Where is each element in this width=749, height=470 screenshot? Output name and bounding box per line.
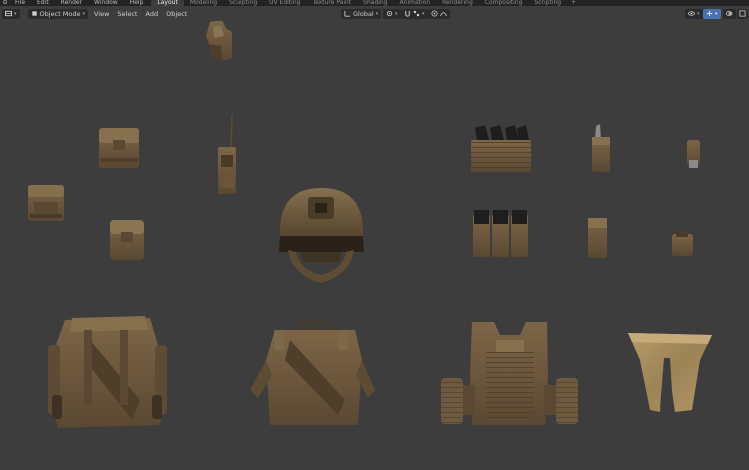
gizmo-toggle[interactable]: ▾: [703, 8, 721, 19]
backpack-assault-model[interactable]: [250, 321, 375, 425]
menu-select[interactable]: Select: [113, 9, 141, 19]
menu-view[interactable]: View: [90, 9, 113, 19]
utility-pouch-model[interactable]: [99, 128, 139, 168]
falloff-icon: [440, 12, 447, 17]
proportional-editing-toggle[interactable]: [428, 8, 450, 19]
visibility-icon: [688, 11, 695, 16]
menu-add[interactable]: Add: [141, 9, 162, 19]
chevron-down-icon: ▾: [395, 10, 398, 17]
pivot-icon: [386, 10, 393, 17]
editor-type-button[interactable]: ▾: [2, 8, 20, 19]
object-mode-dropdown[interactable]: Object Mode ▾: [27, 8, 88, 19]
radio-model[interactable]: [218, 114, 236, 194]
grenade-pouch-model[interactable]: [110, 220, 144, 260]
snap-icon: [405, 10, 410, 17]
snap-target-icon: [413, 10, 420, 17]
overlay-icon: [726, 11, 733, 16]
pivot-point-dropdown[interactable]: ▾: [383, 8, 401, 19]
object-mode-icon: [31, 11, 37, 16]
chevron-down-icon: ▾: [375, 10, 379, 17]
orientation-icon: [344, 10, 351, 17]
object-mode-label: Object Mode: [39, 9, 81, 18]
backpack-large-model[interactable]: [48, 316, 167, 428]
single-mag-pouch-model[interactable]: [588, 218, 607, 258]
open-mag-pouch-model[interactable]: [473, 210, 528, 257]
holster-model[interactable]: [206, 21, 232, 61]
xray-icon: [739, 10, 746, 17]
transform-orientation-dropdown[interactable]: Global ▾: [341, 8, 382, 19]
chevron-down-icon: ▾: [715, 10, 718, 17]
viewport-header: ▾ Object Mode ▾ View Select Add Object G…: [0, 6, 749, 21]
3d-viewport[interactable]: [0, 21, 749, 470]
xray-toggle[interactable]: [737, 8, 748, 19]
overlay-toggle[interactable]: [723, 8, 736, 19]
snap-toggle[interactable]: ▾: [401, 8, 428, 19]
gizmo-icon: [706, 10, 713, 17]
triple-mag-pouch-model[interactable]: [471, 125, 531, 172]
proportional-icon: [431, 10, 438, 17]
chevron-down-icon: ▾: [14, 10, 17, 17]
menu-object[interactable]: Object: [162, 9, 191, 19]
chevron-down-icon: ▾: [697, 10, 700, 17]
camo-collar-model[interactable]: [628, 333, 712, 412]
light-pouch-model[interactable]: [687, 140, 700, 168]
orientation-label: Global: [353, 9, 374, 18]
helmet-model[interactable]: [279, 188, 364, 283]
small-pouch-model[interactable]: [672, 231, 693, 256]
editor-type-icon: [5, 10, 12, 17]
visibility-dropdown[interactable]: ▾: [685, 8, 703, 19]
admin-pouch-model[interactable]: [28, 185, 64, 221]
chevron-down-icon: ▾: [422, 10, 425, 17]
chevron-down-icon: ▾: [82, 10, 85, 17]
plate-carrier-model[interactable]: [441, 322, 578, 425]
viewport-scene: [28, 21, 712, 428]
pistol-mag-pouch-model[interactable]: [592, 124, 610, 172]
